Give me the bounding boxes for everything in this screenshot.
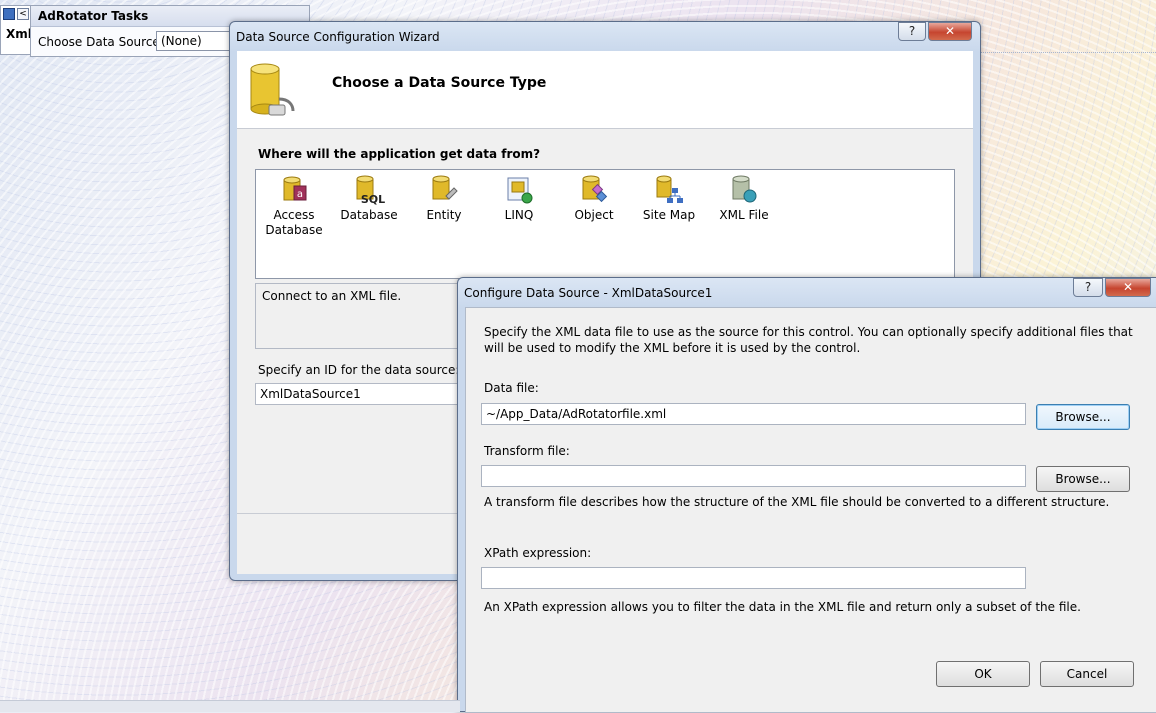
type-label: Database [340, 208, 398, 222]
status-strip [0, 700, 460, 712]
config-close-button[interactable]: ✕ [1105, 278, 1151, 297]
config-title: Configure Data Source - XmlDataSource1 [464, 286, 713, 300]
data-file-browse-button[interactable]: Browse... [1036, 404, 1130, 430]
transform-file-browse-button[interactable]: Browse... [1036, 466, 1130, 492]
type-label: XML File [719, 208, 769, 222]
type-label: Site Map [642, 208, 696, 222]
type-label: Object [574, 208, 614, 222]
type-label: Entity [426, 208, 462, 222]
type-linq[interactable]: LINQ [481, 174, 557, 223]
type-label: LINQ [504, 208, 534, 222]
wizard-heading: Choose a Data Source Type [332, 75, 547, 91]
data-source-type-list: a Access Database SQL Database Entity LI… [255, 169, 955, 279]
data-file-label: Data file: [484, 381, 539, 395]
entity-icon [432, 175, 458, 200]
transform-file-hint: A transform file describes how the struc… [484, 495, 1110, 509]
data-file-input[interactable]: ~/App_Data/AdRotatorfile.xml [481, 403, 1026, 425]
type-access-database[interactable]: a Access Database [256, 174, 332, 238]
data-source-question: Where will the application get data from… [258, 147, 541, 161]
wizard-title: Data Source Configuration Wizard [236, 30, 440, 44]
type-object[interactable]: Object [556, 174, 632, 223]
config-help-button[interactable]: ? [1073, 278, 1103, 297]
wizard-help-button[interactable]: ? [898, 22, 926, 41]
collapse-arrow-icon[interactable]: < [17, 8, 29, 20]
type-site-map[interactable]: Site Map [631, 174, 707, 223]
xml-file-icon [732, 175, 757, 203]
type-label: Access Database [265, 208, 323, 237]
designer-guide-line [980, 52, 1156, 53]
wizard-close-button[interactable]: ✕ [928, 22, 972, 41]
wizard-header: Choose a Data Source Type [237, 51, 973, 129]
sql-database-icon: SQL [356, 175, 385, 206]
type-database[interactable]: SQL Database [331, 174, 407, 223]
choose-data-source-label: Choose Data Source: [38, 35, 164, 49]
object-icon [582, 175, 608, 203]
database-plug-icon [250, 63, 295, 116]
configure-data-source-window: Configure Data Source - XmlDataSource1 ?… [457, 277, 1156, 713]
cancel-button[interactable]: Cancel [1040, 661, 1134, 687]
type-xml-file[interactable]: XML File [706, 174, 782, 223]
site-map-icon [656, 175, 683, 203]
config-description: Specify the XML data file to use as the … [484, 325, 1133, 355]
data-source-id-label: Specify an ID for the data source: [258, 363, 460, 377]
transform-file-input[interactable] [481, 465, 1026, 487]
transform-file-label: Transform file: [484, 444, 570, 458]
xpath-hint: An XPath expression allows you to filter… [484, 600, 1081, 614]
type-entity[interactable]: Entity [406, 174, 482, 223]
ok-button[interactable]: OK [936, 661, 1030, 687]
config-body: Specify the XML data file to use as the … [465, 307, 1156, 713]
access-database-icon: a [283, 176, 307, 201]
svg-text:a: a [297, 189, 303, 200]
svg-text:SQL: SQL [361, 193, 385, 206]
control-glyph-icon [3, 8, 15, 20]
linq-icon [507, 177, 533, 204]
smart-tag-tab[interactable]: < Xml [0, 5, 32, 55]
xpath-label: XPath expression: [484, 546, 592, 560]
xpath-input[interactable] [481, 567, 1026, 589]
xml-control-label: Xml [6, 27, 32, 41]
